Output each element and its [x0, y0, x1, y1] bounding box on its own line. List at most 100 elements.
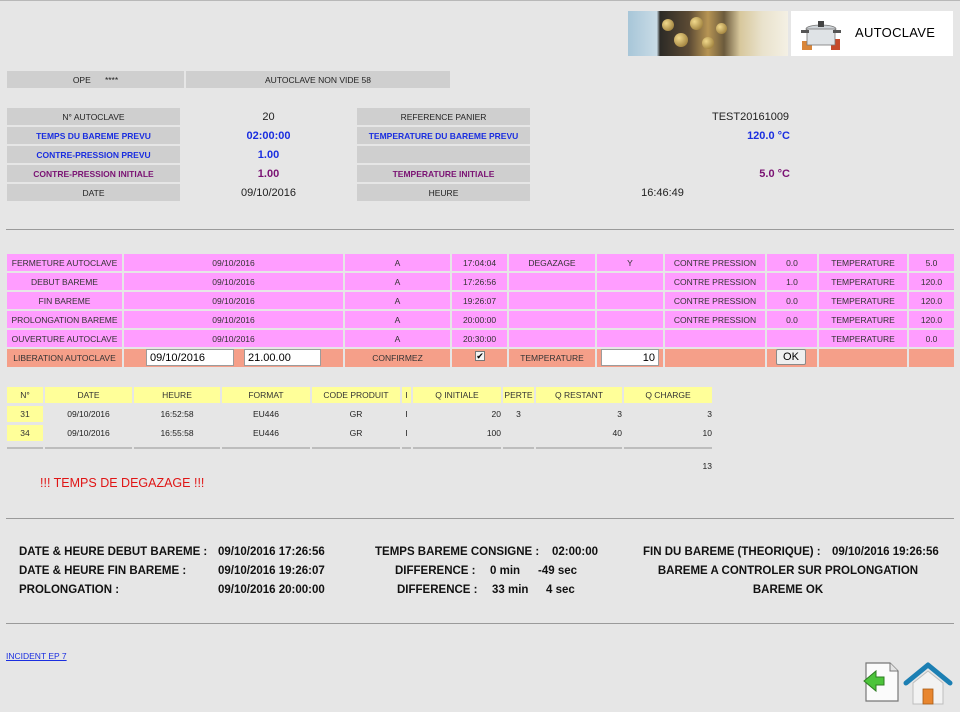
product-cell-q_init: 20 — [491, 409, 501, 419]
event-date: 09/10/2016 — [124, 292, 343, 309]
contre-pression-prevu-label: CONTRE-PRESSION PREVU — [7, 146, 180, 163]
fin-bareme-value: 09/10/2016 19:26:07 — [218, 565, 325, 577]
event-contre-pression: 0.0 — [767, 292, 817, 309]
product-cell-heure: 16:55:58 — [160, 428, 194, 438]
empty-cell — [665, 349, 765, 367]
product-cell-perte — [503, 425, 534, 441]
temperature-label: TEMPERATURE — [819, 311, 907, 328]
incident-link[interactable]: INCIDENT EP 7 — [6, 651, 67, 661]
divider — [6, 518, 954, 519]
empty-label-cell — [357, 146, 530, 163]
banner-jars-photo — [628, 11, 788, 56]
product-cell-code: GR — [349, 409, 363, 419]
empty-cell — [909, 349, 954, 367]
autoclave-no-value: 20 — [262, 110, 275, 123]
difference-label: DIFFERENCE : — [395, 565, 476, 577]
divider — [6, 229, 954, 230]
event-date: 09/10/2016 — [124, 330, 343, 347]
event-temperature: 120.0 — [909, 273, 954, 290]
product-cell-q_rest: 3 — [617, 409, 622, 419]
consigne-value: 02:00:00 — [552, 546, 599, 558]
empty-cell — [509, 273, 595, 290]
temp-bareme-value: 120.0 °C — [747, 129, 790, 142]
pressure-cooker-icon — [801, 21, 841, 50]
ope-cell: OPE **** — [7, 71, 184, 88]
fin-theorique-label: FIN DU BAREME (THEORIQUE) : — [643, 546, 821, 558]
date-value: 09/10/2016 — [240, 186, 297, 199]
temp-initiale-value: 5.0 °C — [759, 167, 790, 180]
column-footer-line — [312, 447, 400, 449]
empty-cell — [597, 292, 663, 309]
event-time: 17:04:04 — [452, 254, 507, 271]
event-label: DEBUT BAREME — [7, 273, 122, 290]
reference-panier-value: TEST20161009 — [712, 110, 790, 123]
product-cell-no: 31 — [7, 406, 43, 422]
contre-pression-label: CONTRE PRESSION — [665, 311, 765, 328]
column-header: N° — [7, 387, 43, 403]
event-a-label: A — [345, 254, 450, 271]
empty-cell — [819, 349, 907, 367]
difference-sec: -49 sec — [538, 565, 578, 577]
temps-bareme-label: TEMPS DU BAREME PREVU — [7, 127, 180, 144]
event-contre-pression: 1.0 — [767, 273, 817, 290]
consigne-label: TEMPS BAREME CONSIGNE : — [375, 546, 540, 558]
temperature-label: TEMPERATURE — [819, 330, 907, 347]
column-header: Q RESTANT — [536, 387, 622, 403]
ope-value: **** — [104, 74, 119, 85]
event-temperature: 5.0 — [909, 254, 954, 271]
confirmez-label: CONFIRMEZ — [345, 349, 450, 367]
liberation-temperature-input[interactable]: 10 — [601, 349, 659, 366]
product-cell-q_rest: 40 — [612, 428, 622, 438]
column-header: CODE PRODUIT — [312, 387, 400, 403]
product-cell-i: I — [405, 428, 408, 438]
event-temperature: 120.0 — [909, 292, 954, 309]
contre-pression-prevu-value: 1.00 — [257, 148, 280, 161]
degazage-warning: !!! TEMPS DE DEGAZAGE !!! — [40, 476, 205, 490]
empty-cell — [509, 330, 595, 347]
event-a-label: A — [345, 273, 450, 290]
heure-label: HEURE — [357, 184, 530, 201]
liberation-date-input[interactable]: 09/10/2016 — [146, 349, 234, 366]
column-footer-line — [7, 447, 43, 449]
column-footer-line — [624, 447, 712, 449]
empty-cell — [767, 330, 817, 347]
confirm-checkbox[interactable]: ✔ — [475, 351, 485, 361]
column-header: PERTE — [503, 387, 534, 403]
temperature-label: TEMPERATURE — [819, 273, 907, 290]
event-a-label: A — [345, 311, 450, 328]
back-document-icon[interactable] — [860, 661, 904, 705]
temperature-label: TEMPERATURE — [819, 292, 907, 309]
column-footer-line — [134, 447, 220, 449]
product-cell-q_init: 100 — [486, 428, 501, 438]
reference-panier-label: REFERENCE PANIER — [357, 108, 530, 125]
empty-cell — [509, 311, 595, 328]
autoclave-no-label: N° AUTOCLAVE — [7, 108, 180, 125]
prolongation-label: PROLONGATION : — [19, 584, 120, 596]
app-title: AUTOCLAVE — [855, 25, 936, 40]
event-a-label: A — [345, 330, 450, 347]
column-footer-line — [503, 447, 534, 449]
event-label: OUVERTURE AUTOCLAVE — [7, 330, 122, 347]
temperature-label: TEMPERATURE — [819, 254, 907, 271]
product-cell-format: EU446 — [253, 428, 279, 438]
event-date: 09/10/2016 — [124, 311, 343, 328]
product-cell-q_charge: 10 — [702, 428, 712, 438]
bareme-controle-message: BAREME A CONTROLER SUR PROLONGATION — [657, 565, 919, 577]
product-cell-date: 09/10/2016 — [67, 409, 110, 419]
ope-label: OPE — [72, 74, 91, 85]
product-cell-date: 09/10/2016 — [67, 428, 110, 438]
event-label: FIN BAREME — [7, 292, 122, 309]
home-icon[interactable] — [903, 661, 953, 706]
top-border — [0, 0, 960, 1]
brand-logo: AUTOCLAVE — [791, 11, 953, 56]
product-cell-i: I — [405, 409, 408, 419]
column-header: HEURE — [134, 387, 220, 403]
event-time: 17:26:56 — [452, 273, 507, 290]
liberation-time-input[interactable]: 21.00.00 — [244, 349, 321, 366]
debut-bareme-label: DATE & HEURE DEBUT BAREME : — [19, 546, 208, 558]
event-label: PROLONGATION BAREME — [7, 311, 122, 328]
event-contre-pression: 0.0 — [767, 311, 817, 328]
ok-button[interactable]: OK — [776, 349, 806, 365]
product-cell-heure: 16:52:58 — [160, 409, 194, 419]
event-time: 20:00:00 — [452, 311, 507, 328]
